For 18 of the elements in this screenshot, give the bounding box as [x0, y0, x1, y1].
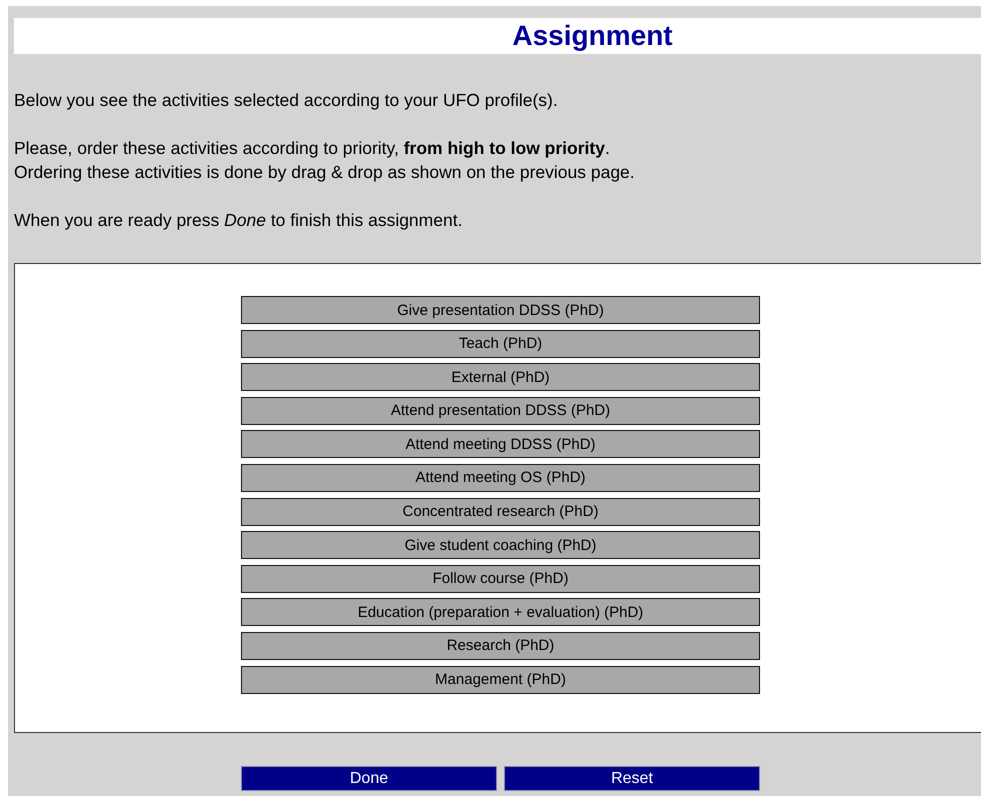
reset-button[interactable]: Reset [504, 766, 760, 791]
activity-item[interactable]: Give presentation DDSS (PhD) [241, 296, 760, 324]
activity-item[interactable]: Follow course (PhD) [241, 564, 760, 593]
activity-item[interactable]: Give student coaching (PhD) [241, 531, 760, 560]
activity-item[interactable]: External (PhD) [241, 363, 760, 392]
done-button[interactable]: Done [241, 766, 497, 791]
activity-item[interactable]: Concentrated research (PhD) [241, 498, 760, 526]
activity-item[interactable]: Attend presentation DDSS (PhD) [241, 396, 760, 425]
instruction-text: Please, order these activities according to priority, from high to low priority. Ordering these activities is done by drag & drop as shown on the previous page. [14, 137, 636, 184]
activity-item[interactable]: Management (PhD) [241, 666, 760, 694]
activity-item[interactable]: Attend meeting OS (PhD) [241, 464, 760, 492]
activity-item[interactable]: Research (PhD) [241, 632, 760, 660]
activity-item[interactable]: Attend meeting DDSS (PhD) [241, 430, 760, 458]
instruction-text: Below you see the activities selected according to your UFO profile(s). [14, 89, 559, 112]
activity-item[interactable]: Teach (PhD) [241, 330, 760, 358]
instruction-text: When you are ready press Done to finish this assignment. [14, 209, 464, 232]
page-title: Assignment [14, 18, 981, 54]
activity-item[interactable]: Education (preparation + evaluation) (PhD) [241, 598, 760, 626]
